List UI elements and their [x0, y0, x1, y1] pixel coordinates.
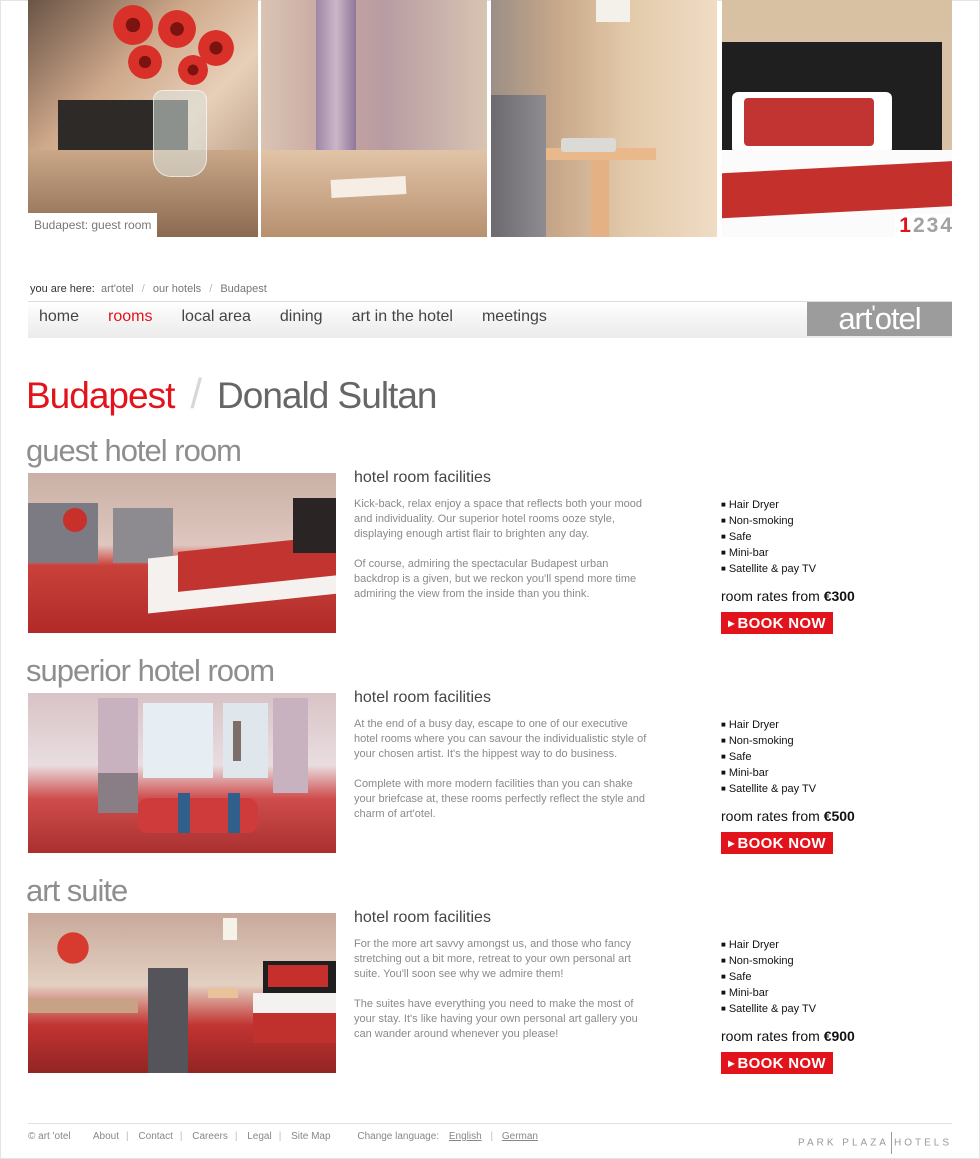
book-now-button[interactable]: BOOK NOW	[721, 612, 833, 634]
hero-photo-4	[722, 0, 952, 237]
title-slash: /	[190, 370, 202, 417]
language-english-link[interactable]: English	[449, 1131, 482, 1142]
facility-item: Hair Dryer	[721, 497, 816, 513]
facilities-heading: hotel room facilities	[354, 469, 491, 486]
facility-item: Safe	[721, 529, 816, 545]
park-plaza-logo[interactable]: PARK PLAZA HOTELS	[798, 1132, 952, 1154]
hero-photo-2	[261, 0, 487, 237]
room-description: Kick-back, relax enjoy a space that refl…	[354, 498, 642, 600]
title-artist: Donald Sultan	[217, 375, 437, 416]
room-rate: room rates from €900	[721, 1028, 855, 1044]
room-title: guest hotel room	[26, 433, 242, 468]
page-title: Budapest / Donald Sultan	[26, 370, 437, 418]
footer-copyright: © art 'otel	[28, 1131, 71, 1142]
hero-page-1[interactable]: 1	[899, 214, 911, 237]
change-language-label: Change language:	[357, 1131, 440, 1142]
footer-about-link[interactable]: About	[93, 1131, 119, 1142]
facility-item: Mini-bar	[721, 765, 816, 781]
footer-legal-link[interactable]: Legal	[247, 1131, 271, 1142]
main-nav-bar: home rooms local area dining art in the …	[28, 301, 952, 338]
main-nav: home rooms local area dining art in the …	[39, 308, 576, 326]
nav-home[interactable]: home	[39, 308, 79, 326]
breadcrumb-artotel-link[interactable]: art'otel	[101, 283, 134, 295]
room-rate: room rates from €300	[721, 588, 855, 604]
facilities-list: Hair Dryer Non-smoking Safe Mini-bar Sat…	[721, 937, 816, 1017]
hero-pager: 1 2 3 4	[895, 214, 952, 237]
hero-page-4[interactable]: 4	[940, 214, 952, 237]
hero-photo-3	[491, 0, 717, 237]
room-title: superior hotel room	[26, 653, 275, 688]
footer-contact-link[interactable]: Contact	[138, 1131, 172, 1142]
room-rate-price: €900	[823, 1028, 855, 1044]
facility-item: Satellite & pay TV	[721, 1001, 816, 1017]
hero-photo-1	[28, 0, 258, 237]
facility-item: Satellite & pay TV	[721, 561, 816, 577]
facility-item: Non-smoking	[721, 733, 816, 749]
facility-item: Mini-bar	[721, 545, 816, 561]
room-title: art suite	[26, 873, 128, 908]
breadcrumb-our-hotels-link[interactable]: our hotels	[153, 283, 201, 295]
facility-item: Safe	[721, 969, 816, 985]
nav-meetings[interactable]: meetings	[482, 308, 547, 326]
breadcrumb-separator: /	[209, 283, 213, 295]
facility-item: Non-smoking	[721, 513, 816, 529]
facility-item: Mini-bar	[721, 985, 816, 1001]
footer-links: © art 'otel About | Contact | Careers | Leg…	[28, 1131, 538, 1142]
nav-rooms[interactable]: rooms	[108, 308, 152, 326]
facility-item: Satellite & pay TV	[721, 781, 816, 797]
language-german-link[interactable]: German	[502, 1131, 538, 1142]
artotel-logo[interactable]: art'otel	[807, 302, 952, 336]
book-now-button[interactable]: BOOK NOW	[721, 1052, 833, 1074]
room-rate-price: €300	[823, 588, 855, 604]
facility-item: Hair Dryer	[721, 717, 816, 733]
hero-caption: Budapest: guest room	[28, 213, 158, 237]
breadcrumb-separator: /	[141, 283, 145, 295]
room-rate: room rates from €500	[721, 808, 855, 824]
footer: © art 'otel About | Contact | Careers | Leg…	[28, 1123, 952, 1154]
footer-careers-link[interactable]: Careers	[192, 1131, 228, 1142]
title-city: Budapest	[26, 375, 175, 416]
facilities-list: Hair Dryer Non-smoking Safe Mini-bar Sat…	[721, 497, 816, 577]
room-photo-superior	[28, 693, 336, 853]
hero-page-2[interactable]: 2	[913, 214, 925, 237]
breadcrumb: you are here: art'otel / our hotels / Bu…	[30, 283, 267, 295]
breadcrumb-label: you are here:	[30, 283, 95, 295]
room-rate-price: €500	[823, 808, 855, 824]
book-now-button[interactable]: BOOK NOW	[721, 832, 833, 854]
room-photo-guest	[28, 473, 336, 633]
nav-local-area[interactable]: local area	[181, 308, 250, 326]
room-description: For the more art savvy amongst us, and t…	[354, 938, 638, 1040]
room-description: At the end of a busy day, escape to one …	[354, 718, 647, 820]
facilities-heading: hotel room facilities	[354, 909, 491, 926]
room-photo-art-suite	[28, 913, 336, 1073]
footer-sitemap-link[interactable]: Site Map	[291, 1131, 330, 1142]
facilities-heading: hotel room facilities	[354, 689, 491, 706]
hero-gallery: Budapest: guest room 1 2 3 4	[28, 0, 952, 237]
facility-item: Non-smoking	[721, 953, 816, 969]
nav-art-in-the-hotel[interactable]: art in the hotel	[352, 308, 453, 326]
hero-page-3[interactable]: 3	[927, 214, 939, 237]
facility-item: Safe	[721, 749, 816, 765]
breadcrumb-budapest-link[interactable]: Budapest	[220, 283, 266, 295]
nav-dining[interactable]: dining	[280, 308, 323, 326]
facilities-list: Hair Dryer Non-smoking Safe Mini-bar Sat…	[721, 717, 816, 797]
facility-item: Hair Dryer	[721, 937, 816, 953]
